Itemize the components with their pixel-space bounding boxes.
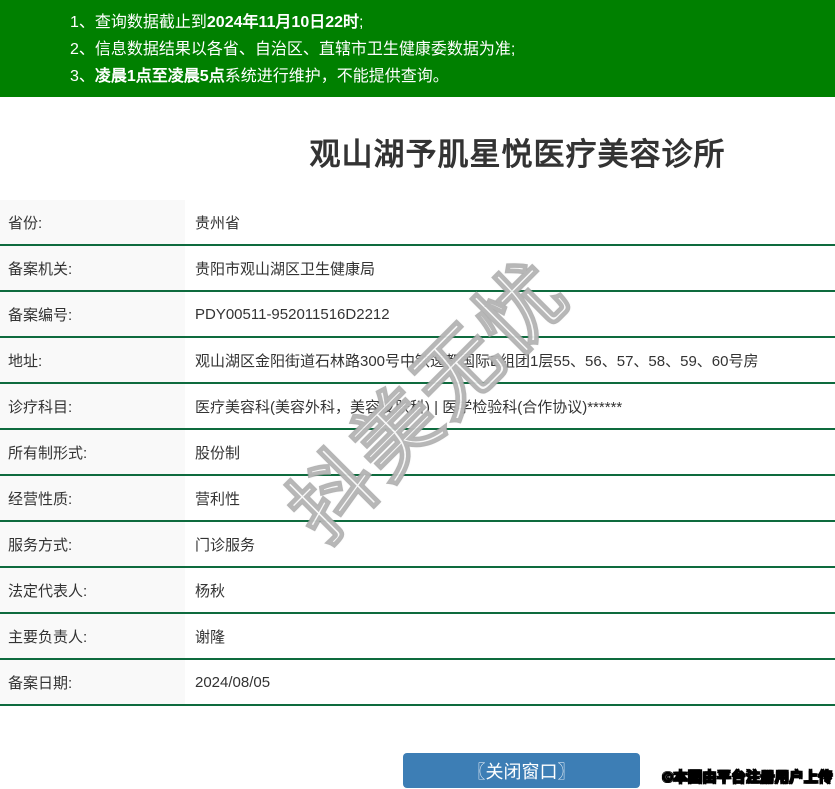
table-row: 服务方式: 门诊服务 [0,522,835,568]
table-row: 经营性质: 营利性 [0,476,835,522]
row-label: 备案编号: [0,292,185,336]
row-value: 杨秋 [195,582,226,600]
row-value: PDY00511-952011516D2212 [195,305,390,323]
table-row: 诊疗科目: 医疗美容科(美容外科，美容皮肤科) | 医学检验科(合作协议)****… [0,384,835,430]
row-label: 诊疗科目: [0,384,185,428]
row-label: 省份: [0,200,185,244]
row-label: 法定代表人: [0,568,185,612]
notice-line: 2、信息数据结果以各省、自治区、直辖市卫生健康委数据为准; [70,41,516,58]
table-row: 主要负责人: 谢隆 [0,614,835,660]
close-window-button[interactable]: 〖关闭窗口〗 [403,753,640,788]
table-row: 地址: 观山湖区金阳街道石林路300号中铁逸都国际E组团1层55、56、57、58… [0,338,835,384]
row-label: 服务方式: [0,522,185,566]
row-value: 观山湖区金阳街道石林路300号中铁逸都国际E组团1层55、56、57、58、59… [195,352,759,370]
row-value: 2024/08/05 [195,673,271,691]
notice-banner: 1、查询数据截止到2024年11月10日22时; 2、信息数据结果以各省、自治区、… [0,0,835,97]
row-label: 主要负责人: [0,614,185,658]
row-value: 贵阳市观山湖区卫生健康局 [195,260,376,278]
table-row: 备案编号: PDY00511-952011516D2212 [0,292,835,338]
table-row: 备案机关: 贵阳市观山湖区卫生健康局 [0,246,835,292]
row-value: 医疗美容科(美容外科，美容皮肤科) | 医学检验科(合作协议)****** [195,398,623,416]
row-value: 谢隆 [195,628,226,646]
row-label: 备案日期: [0,660,185,704]
row-label: 备案机关: [0,246,185,290]
row-value: 门诊服务 [195,536,256,554]
notice-line: 3、凌晨1点至凌晨5点系统进行维护，不能提供查询。 [70,68,449,85]
row-value: 贵州省 [195,214,241,232]
row-label: 经营性质: [0,476,185,520]
table-row: 所有制形式: 股份制 [0,430,835,476]
row-value: 股份制 [195,444,241,462]
page-title: 观山湖予肌星悦医疗美容诊所 [309,137,726,172]
table-row: 法定代表人: 杨秋 [0,568,835,614]
row-value: 营利性 [195,490,241,508]
table-row: 备案日期: 2024/08/05 [0,660,835,706]
upload-credit-text: ©本图由平台注册用户上传 [662,769,833,786]
table-row: 省份: 贵州省 [0,200,835,246]
row-label: 所有制形式: [0,430,185,474]
page: 1、查询数据截止到2024年11月10日22时; 2、信息数据结果以各省、自治区、… [0,0,835,789]
row-label: 地址: [0,338,185,382]
info-table: 省份: 贵州省 备案机关: 贵阳市观山湖区卫生健康局 备案编号: PDY00511-952… [0,200,835,706]
notice-line: 1、查询数据截止到2024年11月10日22时; [70,14,364,31]
